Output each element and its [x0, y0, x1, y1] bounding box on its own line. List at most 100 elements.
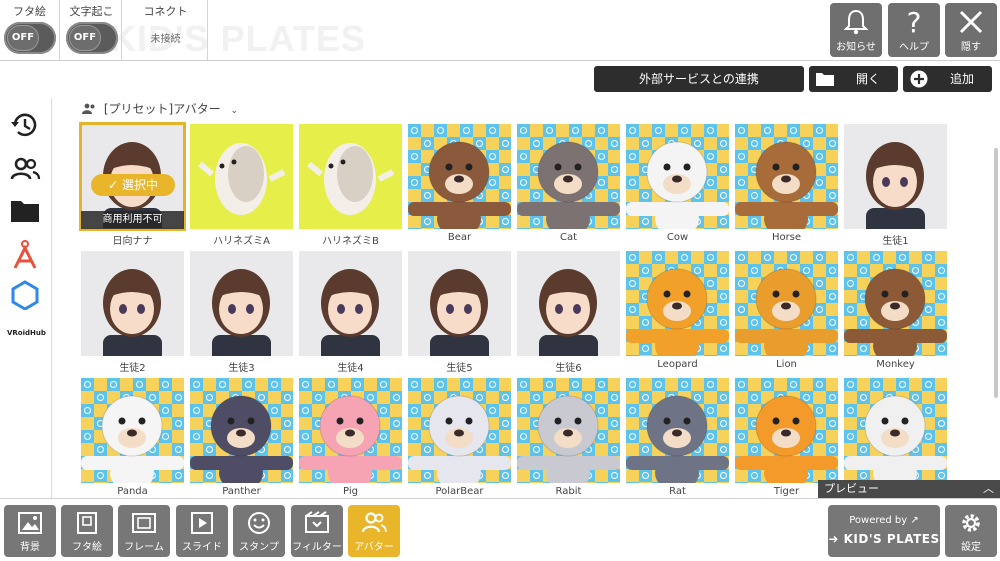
- avatar-card[interactable]: Cat: [517, 124, 620, 247]
- avatar-card[interactable]: ハリネズミA: [190, 124, 293, 247]
- avatar-thumbnail[interactable]: [190, 251, 293, 356]
- scrollbar[interactable]: [994, 138, 998, 418]
- avatar-name: 生徒3: [228, 363, 255, 374]
- avatar-thumbnail[interactable]: [626, 124, 729, 229]
- avatar-card[interactable]: Leopard: [626, 251, 729, 374]
- avatar-card[interactable]: Rat: [626, 378, 729, 498]
- tool-stamp[interactable]: スタンプ: [233, 505, 285, 557]
- avatar-figure: [735, 124, 838, 229]
- avatar-thumbnail[interactable]: [408, 251, 511, 356]
- tool-avatar[interactable]: アバター: [348, 505, 400, 557]
- avatar-thumbnail[interactable]: [626, 251, 729, 356]
- avatar-thumbnail[interactable]: [299, 124, 402, 229]
- notifications-button[interactable]: お知らせ: [830, 3, 882, 57]
- avatar-name: ハリネズミB: [322, 236, 379, 247]
- sidebar-item-vroid[interactable]: [9, 240, 41, 270]
- avatar-thumbnail[interactable]: [844, 251, 947, 356]
- settings-label: 設定: [961, 542, 981, 553]
- hide-label: 隠す: [961, 42, 981, 53]
- scrollbar-thumb[interactable]: [994, 148, 998, 398]
- avatar-card[interactable]: Panda: [81, 378, 184, 498]
- avatar-thumbnail[interactable]: [844, 378, 947, 483]
- tool-background-label: 背景: [20, 542, 40, 553]
- avatar-figure: [735, 251, 838, 356]
- tool-filter[interactable]: フィルター: [291, 505, 343, 557]
- preview-toggle[interactable]: プレビュー ︿: [818, 480, 1000, 498]
- sidebar-item-hub[interactable]: [9, 280, 41, 311]
- avatar-card[interactable]: 生徒4: [299, 251, 402, 374]
- sidebar-item-folder[interactable]: [9, 196, 41, 226]
- frame-icon: [132, 513, 156, 533]
- avatar-thumbnail[interactable]: [626, 378, 729, 483]
- tool-lid-picture[interactable]: フタ絵: [61, 505, 113, 557]
- add-label: 追加: [949, 72, 974, 86]
- tool-stamp-label: スタンプ: [239, 542, 279, 553]
- lid-picture-icon: [77, 512, 97, 534]
- avatar-thumbnail[interactable]: [299, 251, 402, 356]
- bottom-toolbar: 背景 フタ絵 フレーム スライド スタンプ フィルター アバター Powered…: [0, 498, 1000, 561]
- help-button[interactable]: ? ヘルプ: [888, 3, 940, 57]
- avatar-card[interactable]: Cow: [626, 124, 729, 247]
- open-button[interactable]: 開く: [809, 66, 898, 92]
- avatar-card[interactable]: ✓ 選択中 商用利用不可 日向ナナ: [79, 122, 186, 247]
- avatar-thumbnail[interactable]: [517, 378, 620, 483]
- avatar-card[interactable]: Rabit: [517, 378, 620, 498]
- avatar-name: Lion: [776, 359, 797, 370]
- avatar-card[interactable]: 生徒5: [408, 251, 511, 374]
- avatar-thumbnail[interactable]: [735, 378, 838, 483]
- lid-picture-toggle[interactable]: OFF: [4, 22, 56, 54]
- powered-by-button[interactable]: Powered by ↗ ➜ KID'S PLATES: [828, 505, 940, 557]
- avatar-card[interactable]: 生徒6: [517, 251, 620, 374]
- external-services-button[interactable]: 外部サービスとの連携: [594, 66, 804, 92]
- avatar-thumbnail[interactable]: [81, 378, 184, 483]
- avatar-thumbnail[interactable]: [408, 124, 511, 229]
- avatar-thumbnail[interactable]: [517, 251, 620, 356]
- avatar-figure: [299, 378, 402, 483]
- avatar-card[interactable]: Bear: [408, 124, 511, 247]
- avatar-thumbnail[interactable]: [190, 124, 293, 229]
- avatar-name: Cat: [559, 232, 578, 243]
- avatar-card[interactable]: Lion: [735, 251, 838, 374]
- tool-frame[interactable]: フレーム: [118, 505, 170, 557]
- preset-selector-label: [プリセット]アバター: [103, 102, 221, 116]
- avatar-card[interactable]: 生徒3: [190, 251, 293, 374]
- folder-icon: [816, 73, 834, 86]
- selected-badge: ✓ 選択中: [91, 174, 175, 196]
- avatar-thumbnail[interactable]: [735, 251, 838, 356]
- avatar-card[interactable]: PolarBear: [408, 378, 511, 498]
- avatar-card[interactable]: ハリネズミB: [299, 124, 402, 247]
- avatar-thumbnail[interactable]: ✓ 選択中 商用利用不可: [79, 122, 186, 231]
- connect-group[interactable]: コネクト 未接続: [124, 0, 208, 60]
- tool-background[interactable]: 背景: [4, 505, 56, 557]
- avatar-card[interactable]: Pig: [299, 378, 402, 498]
- top-bar: KID'S PLATES フタ絵 OFF 文字起こ OFF コネクト 未接続 お…: [0, 0, 1000, 61]
- add-button[interactable]: 追加: [903, 66, 992, 92]
- avatar-thumbnail[interactable]: [517, 124, 620, 229]
- sidebar-item-history[interactable]: [9, 110, 41, 140]
- settings-button[interactable]: 設定: [945, 505, 997, 557]
- avatar-card[interactable]: 生徒2: [81, 251, 184, 374]
- avatar-thumbnail[interactable]: [299, 378, 402, 483]
- avatar-card[interactable]: 生徒1: [844, 124, 947, 247]
- avatar-thumbnail[interactable]: [81, 251, 184, 356]
- lid-picture-toggle-group: フタ絵 OFF: [0, 0, 60, 60]
- connect-status: 未接続: [150, 34, 181, 45]
- avatar-thumbnail[interactable]: [735, 124, 838, 229]
- transcription-toggle[interactable]: OFF: [66, 22, 118, 54]
- tool-slide[interactable]: スライド: [176, 505, 228, 557]
- tool-avatar-label: アバター: [354, 542, 394, 553]
- avatar-figure: [299, 124, 402, 229]
- preset-selector[interactable]: [プリセット]アバター ⌄: [82, 100, 238, 117]
- hide-button[interactable]: 隠す: [945, 3, 997, 57]
- avatar-thumbnail[interactable]: [844, 124, 947, 229]
- avatar-card[interactable]: Panther: [190, 378, 293, 498]
- sidebar-item-presets[interactable]: [9, 154, 41, 184]
- avatar-card[interactable]: Horse: [735, 124, 838, 247]
- avatar-card[interactable]: Monkey: [844, 251, 947, 374]
- avatar-figure: [844, 378, 947, 483]
- avatar-thumbnail[interactable]: [408, 378, 511, 483]
- avatar-name: 生徒2: [119, 363, 146, 374]
- external-link-icon: ↗: [910, 515, 919, 526]
- avatar-thumbnail[interactable]: [190, 378, 293, 483]
- vroidhub-logo[interactable]: VRoidHub: [7, 329, 46, 337]
